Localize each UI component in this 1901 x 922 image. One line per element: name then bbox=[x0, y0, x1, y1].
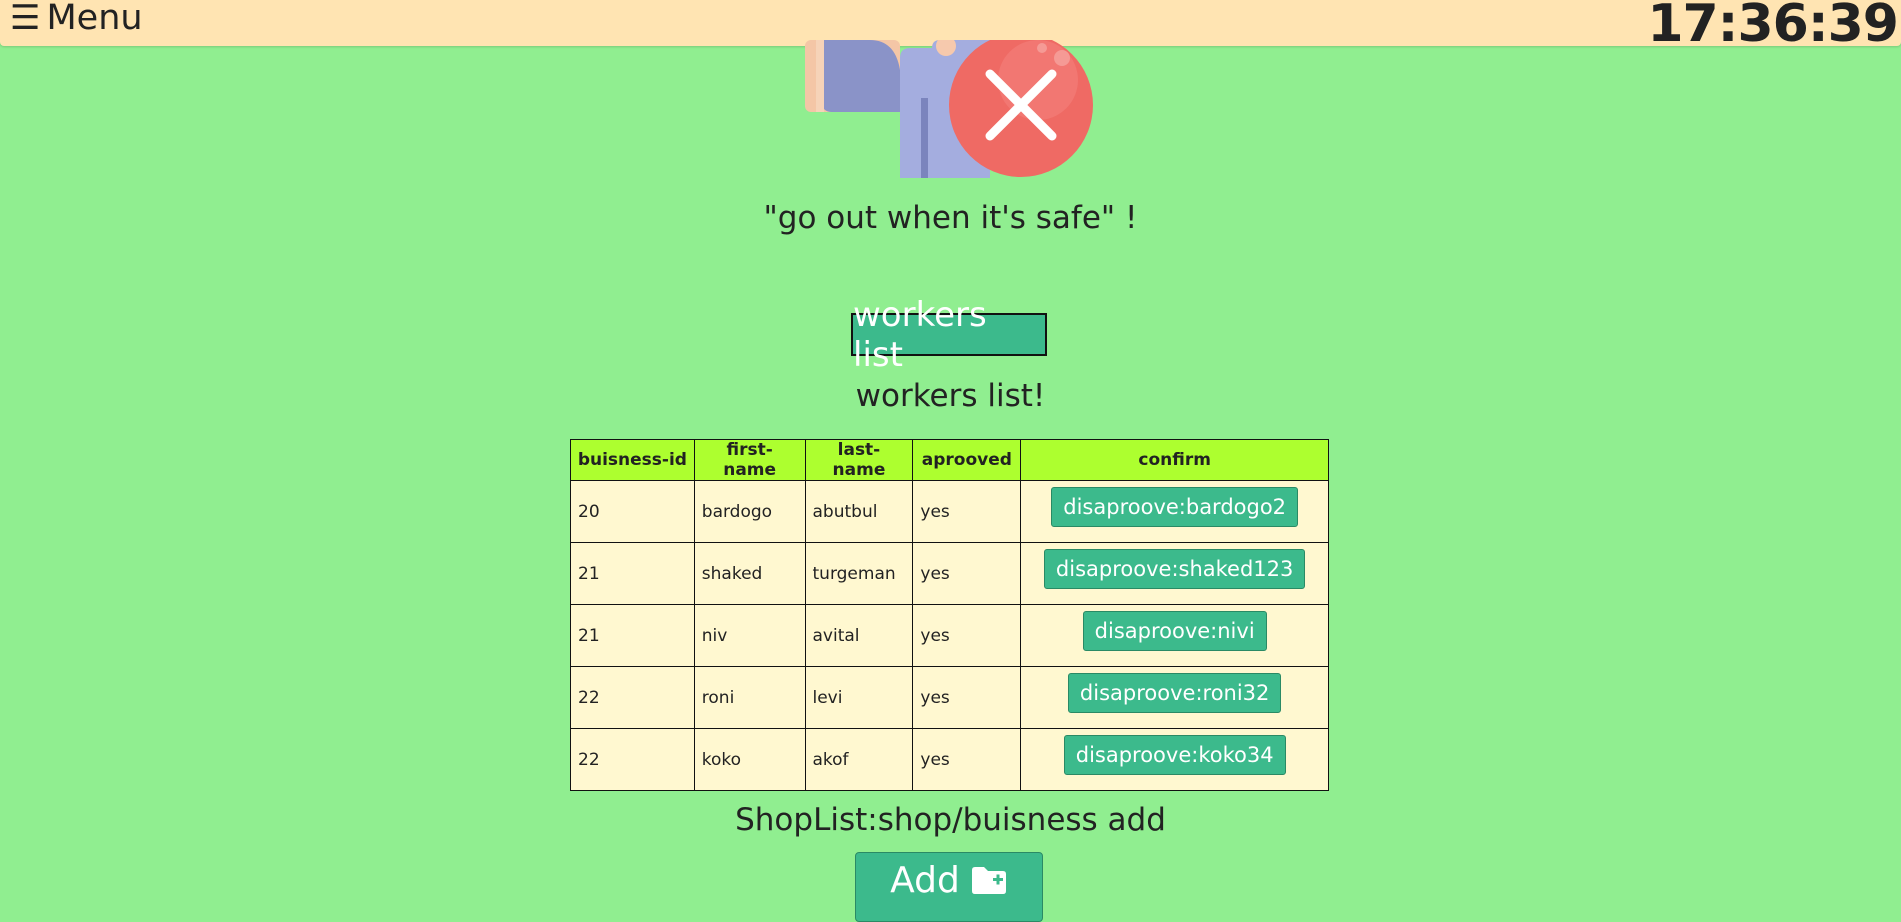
business-id-cell: 20 bbox=[570, 480, 695, 543]
hamburger-icon: ☰ bbox=[10, 0, 41, 38]
workers-list-button[interactable]: workers list bbox=[851, 295, 1047, 375]
business-id-cell: 22 bbox=[570, 666, 695, 729]
confirm-cell: disaproove:roni32 bbox=[1020, 666, 1329, 729]
disapprove-button[interactable]: disaproove:nivi bbox=[1082, 610, 1267, 651]
add-button[interactable]: Add bbox=[855, 852, 1043, 922]
first-name-cell: koko bbox=[693, 728, 806, 791]
table-row: 20 bardogo abutbul yes disaproove:bardog… bbox=[570, 480, 1329, 543]
disapprove-button[interactable]: disaproove:koko34 bbox=[1063, 734, 1286, 775]
disapprove-button[interactable]: disaproove:bardogo2 bbox=[1051, 486, 1299, 527]
approved-cell: yes bbox=[912, 604, 1022, 667]
confirm-cell: disaproove:koko34 bbox=[1020, 728, 1329, 791]
column-header-first-name: first-name bbox=[693, 439, 806, 481]
approved-cell: yes bbox=[912, 542, 1022, 605]
folder-plus-icon bbox=[971, 867, 1006, 894]
last-name-cell: avital bbox=[804, 604, 914, 667]
last-name-cell: abutbul bbox=[804, 480, 914, 543]
first-name-cell: shaked bbox=[693, 542, 806, 605]
disapprove-button[interactable]: disaproove:shaked123 bbox=[1043, 548, 1306, 589]
first-name-cell: bardogo bbox=[693, 480, 806, 543]
column-header-confirm: confirm bbox=[1020, 439, 1329, 481]
business-id-cell: 21 bbox=[570, 542, 695, 605]
table-row: 21 niv avital yes disaproove:nivi bbox=[570, 604, 1329, 667]
workers-table: buisness-id first-name last-name aproove… bbox=[570, 439, 1329, 791]
table-row: 22 koko akof yes disaproove:koko34 bbox=[570, 728, 1329, 791]
business-id-cell: 21 bbox=[570, 604, 695, 667]
column-header-last-name: last-name bbox=[804, 439, 914, 481]
menu-label: Menu bbox=[46, 0, 143, 38]
add-button-label: Add bbox=[890, 859, 960, 901]
workers-list-title: workers list! bbox=[855, 378, 1046, 414]
shoplist-title: ShopList:shop/buisness add bbox=[735, 802, 1166, 838]
safety-quote: "go out when it's safe" ! bbox=[763, 200, 1138, 236]
clock: 17:36:39 bbox=[1647, 0, 1899, 54]
table-row: 22 roni levi yes disaproove:roni32 bbox=[570, 666, 1329, 729]
stay-home-illustration bbox=[805, 40, 1093, 178]
approved-cell: yes bbox=[912, 728, 1022, 791]
business-id-cell: 22 bbox=[570, 728, 695, 791]
menu-button[interactable]: ☰ Menu bbox=[10, 0, 143, 38]
last-name-cell: levi bbox=[804, 666, 914, 729]
first-name-cell: roni bbox=[693, 666, 806, 729]
table-header-row: buisness-id first-name last-name aproove… bbox=[570, 439, 1329, 481]
confirm-cell: disaproove:nivi bbox=[1020, 604, 1329, 667]
column-header-business-id: buisness-id bbox=[570, 439, 695, 481]
confirm-cell: disaproove:shaked123 bbox=[1020, 542, 1329, 605]
approved-cell: yes bbox=[912, 480, 1022, 543]
first-name-cell: niv bbox=[693, 604, 806, 667]
disapprove-button[interactable]: disaproove:roni32 bbox=[1067, 672, 1282, 713]
approved-cell: yes bbox=[912, 666, 1022, 729]
last-name-cell: turgeman bbox=[804, 542, 914, 605]
last-name-cell: akof bbox=[804, 728, 914, 791]
table-row: 21 shaked turgeman yes disaproove:shaked… bbox=[570, 542, 1329, 605]
confirm-cell: disaproove:bardogo2 bbox=[1020, 480, 1329, 543]
column-header-approved: aprooved bbox=[912, 439, 1022, 481]
